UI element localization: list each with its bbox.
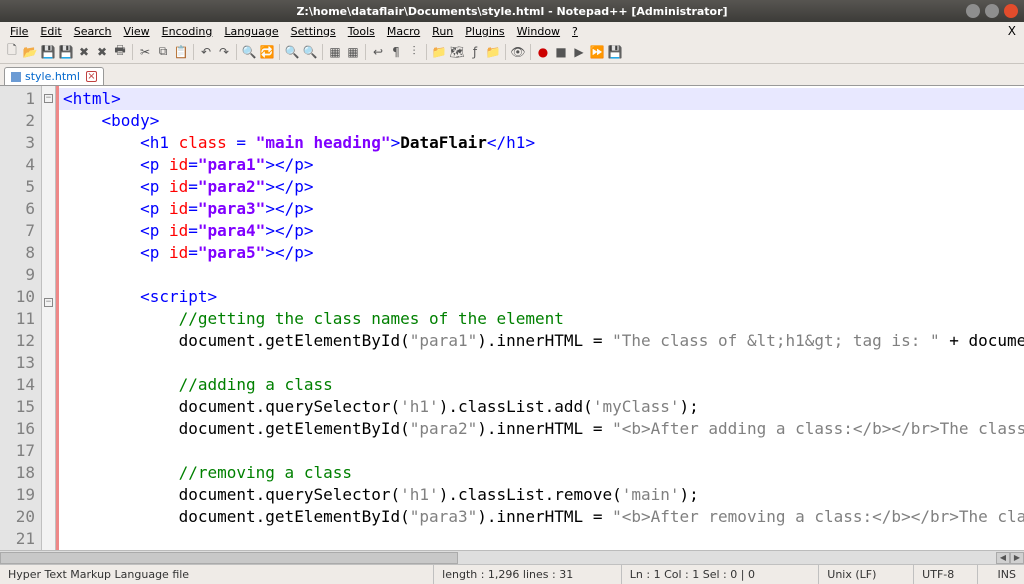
wordwrap-icon[interactable]: ↩ [370, 44, 386, 60]
toolbar-separator [279, 44, 280, 60]
status-mode[interactable]: INS [978, 565, 1024, 584]
toolbar-separator [505, 44, 506, 60]
menubar: File Edit Search View Encoding Language … [0, 22, 1024, 40]
zoom-out-icon[interactable]: 🔍 [302, 44, 318, 60]
menu-help[interactable]: ? [566, 25, 584, 38]
menu-edit[interactable]: Edit [34, 25, 67, 38]
save-macro-icon[interactable]: 💾 [607, 44, 623, 60]
paste-icon[interactable]: 📋 [173, 44, 189, 60]
status-filetype: Hyper Text Markup Language file [0, 565, 434, 584]
func-list-icon[interactable]: ƒ [467, 44, 483, 60]
scrollbar-track[interactable] [0, 552, 996, 564]
replace-icon[interactable]: 🔁 [259, 44, 275, 60]
play-multi-icon[interactable]: ⏩ [589, 44, 605, 60]
print-icon[interactable]: 🖶 [112, 44, 128, 60]
redo-icon[interactable]: ↷ [216, 44, 232, 60]
menu-tools[interactable]: Tools [342, 25, 381, 38]
sync-h-icon[interactable]: ▦ [345, 44, 361, 60]
titlebar: Z:\home\dataflair\Documents\style.html -… [0, 0, 1024, 22]
status-position: Ln : 1 Col : 1 Sel : 0 | 0 [622, 565, 819, 584]
stop-macro-icon[interactable]: ■ [553, 44, 569, 60]
toolbar-separator [426, 44, 427, 60]
toolbar-separator [193, 44, 194, 60]
menu-file[interactable]: File [4, 25, 34, 38]
close-button[interactable] [1004, 4, 1018, 18]
cut-icon[interactable]: ✂ [137, 44, 153, 60]
indent-guide-icon[interactable]: ⫶ [406, 44, 422, 60]
record-macro-icon[interactable]: ● [535, 44, 551, 60]
toolbar-separator [322, 44, 323, 60]
find-icon[interactable]: 🔍 [241, 44, 257, 60]
status-length: length : 1,296 lines : 31 [434, 565, 622, 584]
open-file-icon[interactable]: 📂 [22, 44, 38, 60]
close-file-icon[interactable]: ✖ [76, 44, 92, 60]
play-macro-icon[interactable]: ▶ [571, 44, 587, 60]
tab-close-icon[interactable]: × [86, 71, 97, 82]
toolbar-separator [236, 44, 237, 60]
save-icon[interactable]: 💾 [40, 44, 56, 60]
folder-ws-icon[interactable]: 📁 [431, 44, 447, 60]
code-area[interactable]: <html> <body> <h1 class = "main heading"… [59, 86, 1024, 550]
editor[interactable]: 12345678910111213141516171819202122 −− <… [0, 86, 1024, 550]
monitor-icon[interactable]: 👁 [510, 44, 526, 60]
zoom-in-icon[interactable]: 🔍 [284, 44, 300, 60]
menu-window[interactable]: Window [511, 25, 566, 38]
menu-search[interactable]: Search [68, 25, 118, 38]
minimize-button[interactable] [966, 4, 980, 18]
status-encoding[interactable]: UTF-8 [914, 565, 977, 584]
toolbar-separator [530, 44, 531, 60]
status-eol[interactable]: Unix (LF) [819, 565, 914, 584]
window-controls [966, 4, 1018, 18]
scroll-right-button[interactable]: ▶ [1010, 552, 1024, 564]
maximize-button[interactable] [985, 4, 999, 18]
statusbar: Hyper Text Markup Language file length :… [0, 564, 1024, 584]
menu-settings[interactable]: Settings [285, 25, 342, 38]
line-number-gutter: 12345678910111213141516171819202122 [0, 86, 42, 550]
scrollbar-thumb[interactable] [0, 552, 458, 564]
horizontal-scrollbar[interactable]: ◀ ▶ [0, 550, 1024, 564]
menu-plugins[interactable]: Plugins [459, 25, 510, 38]
folder-as-ws-icon[interactable]: 📁 [485, 44, 501, 60]
menu-language[interactable]: Language [218, 25, 284, 38]
fold-margin[interactable]: −− [42, 86, 56, 550]
doc-map-icon[interactable]: 🗺 [449, 44, 465, 60]
file-icon [11, 72, 21, 82]
menu-encoding[interactable]: Encoding [156, 25, 219, 38]
sync-v-icon[interactable]: ▦ [327, 44, 343, 60]
new-file-icon[interactable]: 🗋 [4, 44, 20, 60]
tabbar: style.html × [0, 64, 1024, 86]
menu-macro[interactable]: Macro [381, 25, 426, 38]
toolbar-separator [132, 44, 133, 60]
menu-view[interactable]: View [118, 25, 156, 38]
toolbar: 🗋 📂 💾 💾 ✖ ✖ 🖶 ✂ ⧉ 📋 ↶ ↷ 🔍 🔁 🔍 🔍 ▦ ▦ ↩ ¶ … [0, 40, 1024, 64]
window-title: Z:\home\dataflair\Documents\style.html -… [296, 5, 727, 18]
tab-style-html[interactable]: style.html × [4, 67, 104, 85]
scroll-left-button[interactable]: ◀ [996, 552, 1010, 564]
toolbar-separator [365, 44, 366, 60]
copy-icon[interactable]: ⧉ [155, 44, 171, 60]
menubar-close-x[interactable]: X [1008, 24, 1016, 38]
close-all-icon[interactable]: ✖ [94, 44, 110, 60]
menu-run[interactable]: Run [426, 25, 459, 38]
undo-icon[interactable]: ↶ [198, 44, 214, 60]
save-all-icon[interactable]: 💾 [58, 44, 74, 60]
all-chars-icon[interactable]: ¶ [388, 44, 404, 60]
tab-label: style.html [25, 70, 80, 83]
